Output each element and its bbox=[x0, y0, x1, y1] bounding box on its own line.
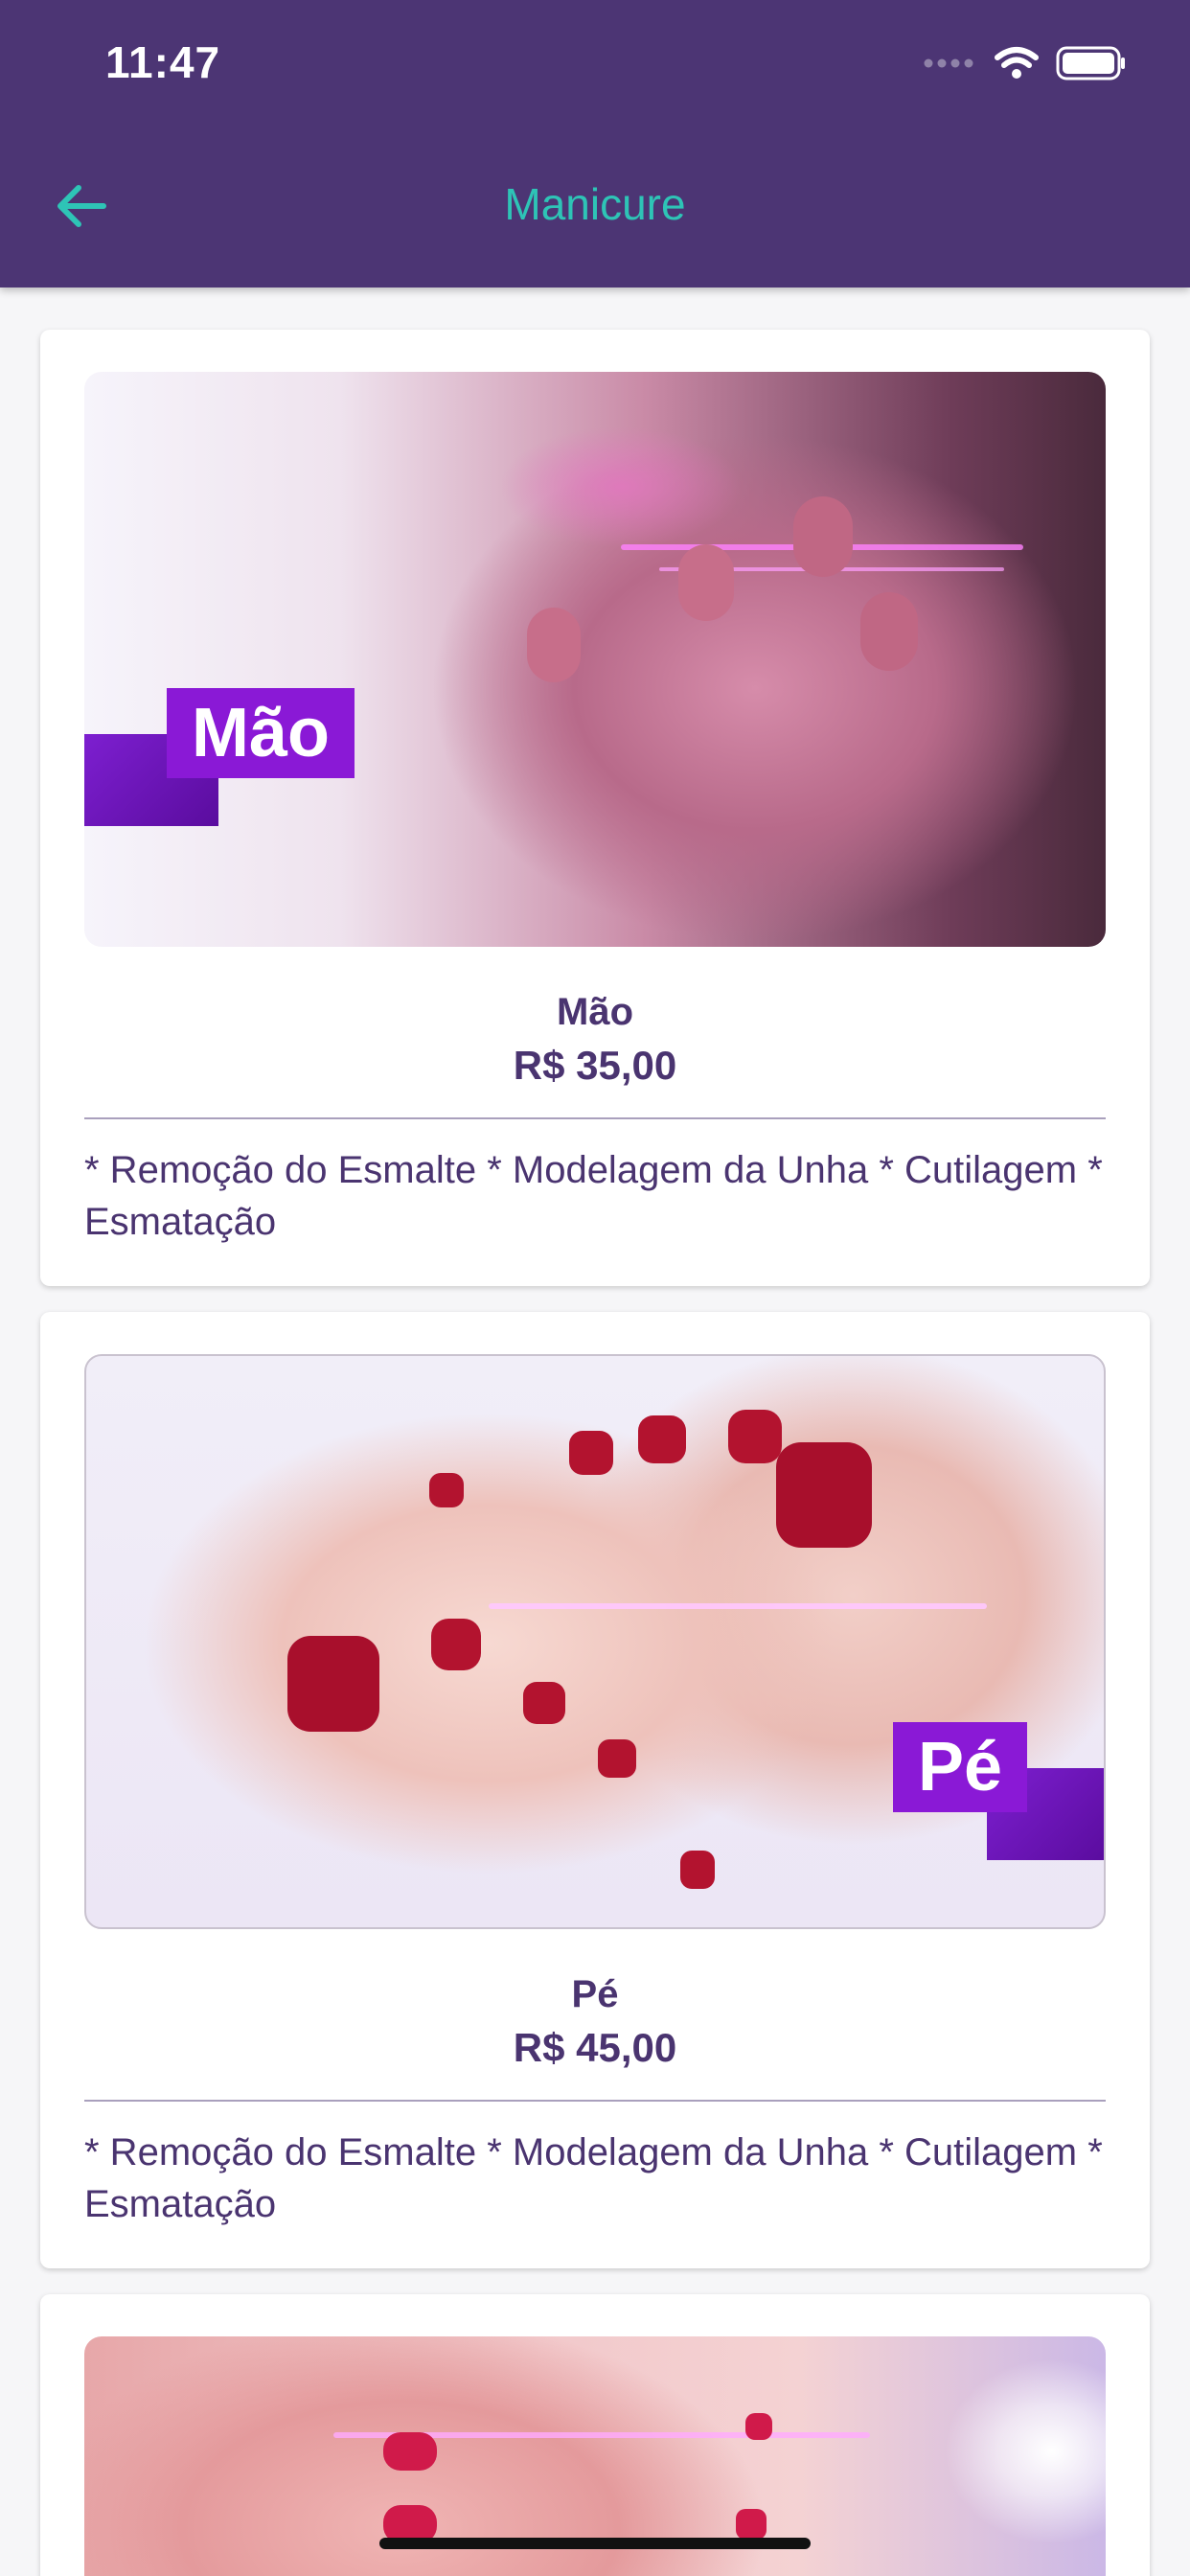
service-card-mao[interactable]: Mão Mão R$ 35,00 * Remoção do Esmalte * … bbox=[40, 330, 1150, 1286]
app-header: 11:47 Manicure bbox=[0, 0, 1190, 288]
service-price: R$ 45,00 bbox=[513, 2025, 677, 2070]
service-name: Mão bbox=[557, 991, 633, 1033]
battery-icon bbox=[1056, 46, 1125, 80]
service-badge: Pé bbox=[893, 1722, 1028, 1812]
nail-decoration bbox=[429, 1473, 464, 1507]
page-title: Manicure bbox=[504, 179, 686, 229]
nail-decoration bbox=[383, 2432, 437, 2471]
nail-decoration bbox=[680, 1851, 715, 1889]
nail-decoration bbox=[287, 1636, 379, 1732]
nail-decoration bbox=[523, 1682, 565, 1724]
nail-decoration bbox=[527, 608, 581, 682]
service-card-partial[interactable] bbox=[40, 2294, 1150, 2576]
service-image-pe: Pé bbox=[84, 1354, 1106, 1929]
service-price: R$ 35,00 bbox=[513, 1043, 677, 1088]
nail-decoration bbox=[431, 1619, 481, 1670]
service-card-pe[interactable]: Pé Pé R$ 45,00 * Remoção do Esmalte * Mo… bbox=[40, 1312, 1150, 2268]
nail-decoration bbox=[598, 1739, 636, 1778]
nail-decoration bbox=[860, 592, 918, 671]
service-name: Pé bbox=[571, 1973, 619, 2015]
status-time: 11:47 bbox=[105, 37, 221, 87]
nail-decoration bbox=[678, 544, 734, 621]
signal-icon bbox=[924, 58, 973, 68]
nail-decoration bbox=[793, 496, 853, 577]
status-icons bbox=[924, 46, 1127, 80]
wifi-icon bbox=[995, 47, 1039, 79]
service-image-mao: Mão bbox=[84, 372, 1106, 947]
light-streak bbox=[489, 1603, 987, 1609]
nail-decoration bbox=[776, 1442, 872, 1548]
nail-decoration bbox=[736, 2509, 767, 2540]
divider bbox=[84, 2100, 1106, 2102]
service-badge: Mão bbox=[167, 688, 355, 778]
nail-decoration bbox=[569, 1431, 613, 1475]
nail-decoration bbox=[638, 1415, 686, 1463]
divider bbox=[84, 1117, 1106, 1119]
nail-decoration bbox=[728, 1410, 782, 1463]
service-description: * Remoção do Esmalte * Modelagem da Unha… bbox=[84, 2131, 1103, 2225]
service-description: * Remoção do Esmalte * Modelagem da Unha… bbox=[84, 1149, 1103, 1243]
home-indicator[interactable] bbox=[379, 2538, 811, 2549]
nail-decoration bbox=[745, 2413, 772, 2440]
